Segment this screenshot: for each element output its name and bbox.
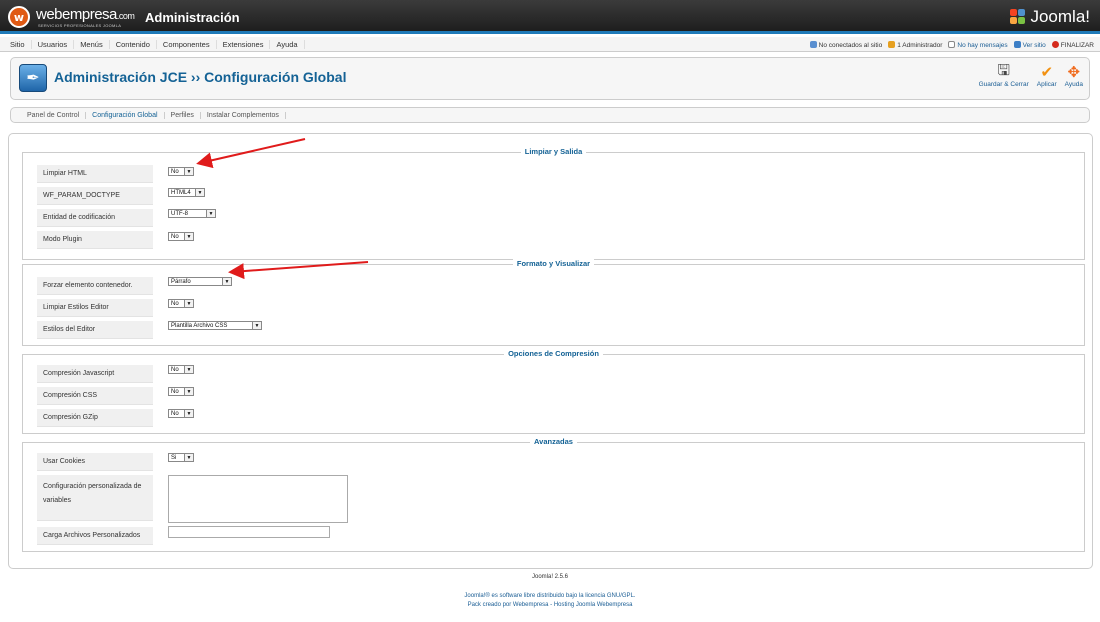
- legend-format: Formato y Visualizar: [23, 259, 1084, 268]
- label-clean-html: Limpiar HTML: [37, 165, 153, 183]
- js-compression-select[interactable]: No ▼: [168, 365, 194, 374]
- label-encoding: Entidad de codificación: [37, 209, 153, 227]
- legend-advanced: Avanzadas: [23, 437, 1084, 446]
- label-css-compression: Compresión CSS: [37, 387, 153, 405]
- gzip-compression-select[interactable]: No ▼: [168, 409, 194, 418]
- use-cookies-select[interactable]: Si ▼: [168, 453, 194, 462]
- force-container-select[interactable]: Párrafo ▼: [168, 277, 232, 286]
- fieldset-compression: Opciones de Compresión Compresión Javasc…: [22, 349, 1085, 434]
- joomla-logo: Joomla!: [1010, 7, 1090, 27]
- plugin-mode-select[interactable]: No ▼: [168, 232, 194, 241]
- chevron-down-icon: ▼: [184, 410, 193, 417]
- chevron-down-icon: ▼: [252, 322, 261, 329]
- main-menu: Sitio Usuarios Menús Contenido Component…: [4, 37, 305, 52]
- toolbar-buttons: 🖫 Guardar & Cerrar ✔ Aplicar ✥ Ayuda: [978, 61, 1083, 89]
- brand: webempresa.com: [36, 6, 135, 23]
- fieldset-advanced: Avanzadas Usar Cookies Si ▼ Configuración…: [22, 437, 1085, 552]
- chevron-down-icon: ▼: [184, 300, 193, 307]
- logout-icon: [1051, 40, 1059, 48]
- subnav-tabs: Panel de Control Configuración Global Pe…: [10, 107, 1090, 123]
- menu-item-usuarios[interactable]: Usuarios: [32, 40, 75, 49]
- clean-html-select[interactable]: No ▼: [168, 167, 194, 176]
- monitor-icon: [1013, 40, 1021, 48]
- lifebuoy-icon: ✥: [1067, 64, 1081, 81]
- config-form: Limpiar y Salida Limpiar HTML No ▼ WF_PAR…: [8, 133, 1093, 569]
- brand-tagline: SERVICIOS PROFESIONALES JOOMLA: [38, 23, 122, 28]
- label-clean-styles: Limpiar Estilos Editor: [37, 299, 153, 317]
- messages-link[interactable]: No hay mensajes: [948, 40, 1008, 49]
- checkmark-icon: ✔: [1040, 64, 1054, 81]
- tab-panel-control[interactable]: Panel de Control: [21, 111, 87, 119]
- admins-status: 1 Administrador: [888, 40, 942, 49]
- help-button[interactable]: ✥ Ayuda: [1065, 63, 1083, 88]
- chevron-down-icon: ▼: [222, 278, 231, 285]
- toolbar: ✒ Administración JCE ›› Configuración Gl…: [10, 57, 1090, 100]
- label-custom-config: Configuración personalizada de variables: [37, 475, 153, 521]
- menu-item-extensiones[interactable]: Extensiones: [217, 40, 271, 49]
- label-doctype: WF_PARAM_DOCTYPE: [37, 187, 153, 205]
- visitors-status: No conectados al sitio: [809, 40, 882, 49]
- footer-version: Joomla! 2.5.6: [531, 574, 569, 580]
- css-compression-select[interactable]: No ▼: [168, 387, 194, 396]
- joomla-mark-icon: [1010, 9, 1026, 25]
- floppy-disk-icon: 🖫: [997, 61, 1011, 79]
- custom-files-input[interactable]: [168, 526, 330, 538]
- label-js-compression: Compresión Javascript: [37, 365, 153, 383]
- doctype-select[interactable]: HTML4 ▼: [168, 188, 205, 197]
- logout-link[interactable]: FINALIZAR: [1051, 40, 1094, 49]
- label-gzip-compression: Compresión GZip: [37, 409, 153, 427]
- brand-suffix: .com: [116, 11, 135, 21]
- mail-icon: [948, 40, 956, 48]
- admin-title: Administración: [145, 10, 240, 25]
- menu-item-contenido[interactable]: Contenido: [110, 40, 157, 49]
- brand-name: webempresa: [36, 6, 117, 23]
- label-editor-styles: Estilos del Editor: [37, 321, 153, 339]
- label-use-cookies: Usar Cookies: [37, 453, 153, 471]
- menu-item-componentes[interactable]: Componentes: [157, 40, 217, 49]
- chevron-down-icon: ▼: [206, 210, 215, 217]
- chevron-down-icon: ▼: [184, 366, 193, 373]
- status-bar: No conectados al sitio 1 Administrador N…: [809, 37, 1094, 52]
- legend-cleanup: Limpiar y Salida: [23, 147, 1084, 156]
- menu-item-sitio[interactable]: Sitio: [4, 40, 32, 49]
- save-close-button[interactable]: 🖫 Guardar & Cerrar: [978, 61, 1029, 89]
- help-label: Ayuda: [1064, 81, 1083, 88]
- apply-button[interactable]: ✔ Aplicar: [1037, 63, 1057, 88]
- jce-feather-icon: ✒: [19, 64, 47, 92]
- clean-styles-select[interactable]: No ▼: [168, 299, 194, 308]
- apply-label: Aplicar: [1036, 81, 1057, 88]
- label-plugin-mode: Modo Plugin: [37, 231, 153, 249]
- menu-item-menus[interactable]: Menús: [74, 40, 110, 49]
- tab-profiles[interactable]: Perfiles: [165, 111, 201, 119]
- label-force-container: Forzar elemento contenedor.: [37, 277, 153, 295]
- save-close-label: Guardar & Cerrar: [978, 81, 1029, 88]
- users-icon: [809, 40, 817, 48]
- admin-icon: [888, 40, 896, 48]
- fieldset-format: Formato y Visualizar Forzar elemento con…: [22, 259, 1085, 346]
- chevron-down-icon: ▼: [184, 388, 193, 395]
- joomla-logo-text: Joomla!: [1030, 7, 1090, 26]
- chevron-down-icon: ▼: [184, 168, 193, 175]
- menu-bar: Sitio Usuarios Menús Contenido Component…: [0, 37, 1100, 52]
- view-site-link[interactable]: Ver sitio: [1013, 40, 1046, 49]
- chevron-down-icon: ▼: [184, 233, 193, 240]
- menu-item-ayuda[interactable]: Ayuda: [270, 40, 305, 49]
- tab-global-config[interactable]: Configuración Global: [86, 111, 165, 119]
- webempresa-logo-icon: w: [8, 6, 30, 28]
- encoding-select[interactable]: UTF-8 ▼: [168, 209, 216, 218]
- legend-compression: Opciones de Compresión: [23, 349, 1084, 358]
- chevron-down-icon: ▼: [195, 189, 204, 196]
- chevron-down-icon: ▼: [184, 454, 193, 461]
- footer-license[interactable]: Joomla!® es software libre distribuido b…: [0, 593, 1100, 599]
- custom-config-textarea[interactable]: [168, 475, 348, 523]
- editor-styles-select[interactable]: Plantilla Archivo CSS ▼: [168, 321, 262, 330]
- top-header: w webempresa.com SERVICIOS PROFESIONALES…: [0, 0, 1100, 34]
- fieldset-cleanup: Limpiar y Salida Limpiar HTML No ▼ WF_PAR…: [22, 147, 1085, 260]
- tab-install-addons[interactable]: Instalar Complementos: [201, 111, 286, 119]
- footer-credits[interactable]: Pack creado por Webempresa - Hosting Joo…: [0, 602, 1100, 608]
- page-title: Administración JCE ›› Configuración Glob…: [54, 69, 347, 85]
- label-custom-files: Carga Archivos Personalizados: [37, 527, 153, 545]
